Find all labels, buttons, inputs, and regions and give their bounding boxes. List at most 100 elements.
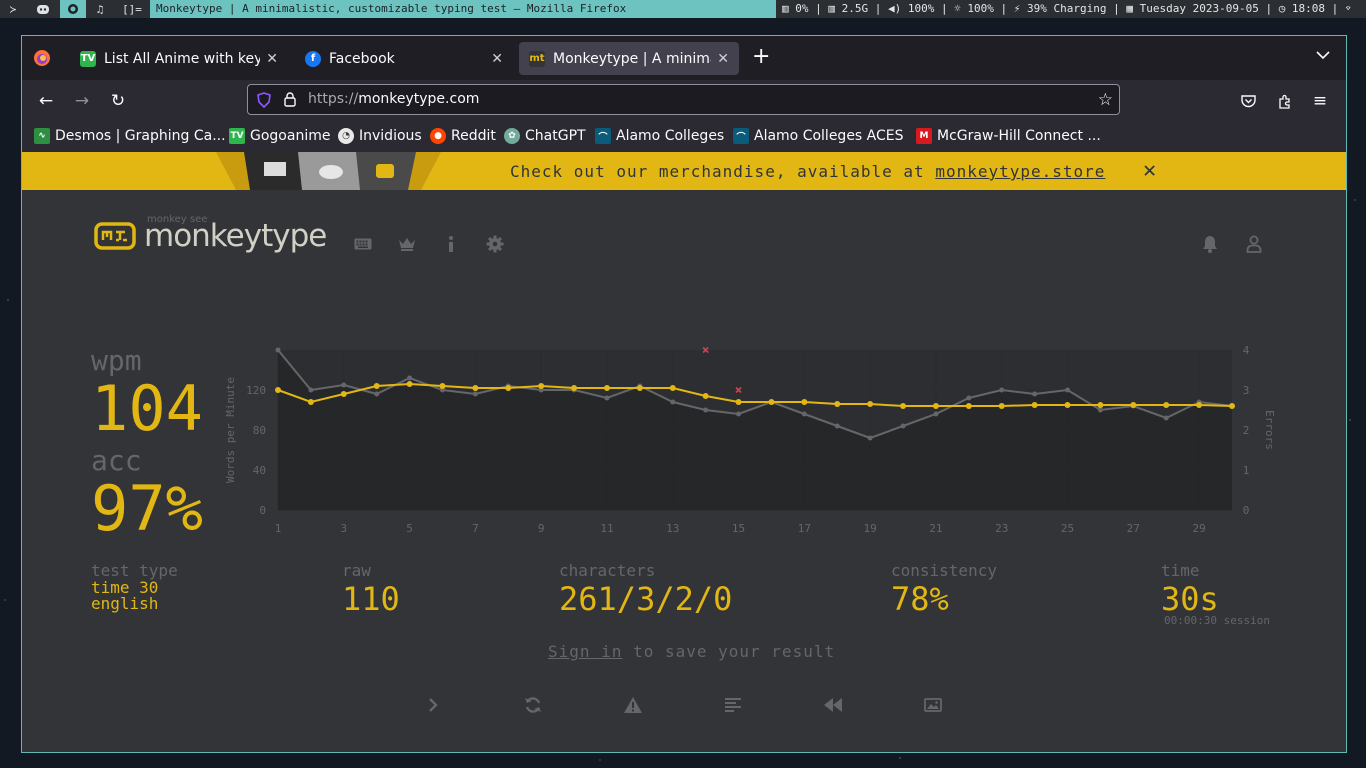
bookmark-alamo-colleges[interactable]: ⌒ Alamo Colleges [595,127,724,145]
wpm-point [735,399,742,405]
tab-label: Monkeytype | A minimal [553,50,712,67]
consistency-stat: consistency 78% [891,561,997,618]
raw-point [1065,387,1071,393]
banner-text: Check out our merchandise, available at … [510,162,1106,181]
practice-words-warning-icon[interactable] [621,693,645,717]
url-bar[interactable]: https://monkeytype.com ☆ [247,84,1120,115]
discord-icon[interactable] [32,0,54,18]
layout-icon[interactable]: []= [120,0,144,18]
window-title: Monkeytype | A minimalistic, customizabl… [150,0,776,18]
close-tab-icon[interactable]: ✕ [717,51,729,67]
account-user-icon[interactable] [1242,232,1266,256]
y-tick-label: 40 [253,464,266,477]
back-arrow-icon[interactable]: ← [34,89,58,113]
hamburger-menu-icon[interactable]: ≡ [1308,89,1332,113]
raw-label: raw [342,561,371,580]
bookmark-reddit[interactable]: ● Reddit [430,127,496,145]
bookmarks-toolbar: ∿ Desmos | Graphing Ca... TV Gogoanime ◔ In… [22,120,1346,152]
y2-tick-label: 0 [1243,504,1250,517]
bookmark-chatgpt[interactable]: ✿ ChatGPT [504,127,586,145]
url-text[interactable]: https://monkeytype.com [308,91,479,107]
wpm-chart[interactable]: 04080120012341 3 5 7 9 11 13 15 17 19 21 23 25 27 29Wo… [222,342,1282,542]
watch-replay-rewind-icon[interactable] [821,693,845,717]
words-history-icon[interactable] [721,693,745,717]
bookmark-gogoanime[interactable]: TV Gogoanime [229,127,330,145]
wpm-point [472,385,479,391]
close-banner-icon[interactable]: ✕ [1143,158,1156,183]
characters-value: 261/3/2/0 [559,580,733,618]
settings-gear-icon[interactable] [483,232,507,256]
crown-icon[interactable] [395,232,419,256]
status-indicators: ▥ 0% | ▥ 2.5G | ◀) 100% | ☼ 100% | ⚡ 39%… [782,2,1352,15]
tab-monkeytype[interactable]: mt Monkeytype | A minimal ✕ [519,42,739,75]
invidious-icon: ◔ [338,128,354,144]
firefox-workspace-icon[interactable] [60,0,86,18]
firefox-window: TV List All Anime with keyw ✕ f Facebook… [21,35,1347,753]
pocket-icon[interactable] [1236,89,1260,113]
y2-tick-label: 3 [1243,384,1250,397]
y-tick-label: 0 [259,504,266,517]
keyboard-icon[interactable] [351,232,375,256]
firefox-menu-icon[interactable] [33,49,51,67]
bookmark-desmos[interactable]: ∿ Desmos | Graphing Ca... [34,127,226,145]
tab-anime[interactable]: TV List All Anime with keyw ✕ [70,42,288,75]
test-type-stat: test type time 30 english [91,561,178,612]
reload-icon[interactable]: ↻ [106,89,130,113]
y2-tick-label: 1 [1243,464,1250,477]
consistency-value: 78% [891,580,949,618]
x-tick-label: 23 [995,522,1008,535]
wpm-point [603,385,610,391]
mcgraw-hill-icon: M [916,128,932,144]
tshirts-image [216,152,441,190]
shield-icon[interactable] [257,92,271,112]
info-icon[interactable] [439,232,463,256]
gogoanime-icon: TV [229,128,245,144]
y2-axis-title: Errors [1263,410,1276,450]
raw-point [834,423,840,429]
y2-tick-label: 4 [1243,344,1250,357]
x-tick-label: 1 [275,522,282,535]
alamo-aces-icon: ⌒ [733,128,749,144]
wpm-point [1031,402,1038,408]
signin-link[interactable]: Sign in [548,642,622,661]
tab-facebook[interactable]: f Facebook ✕ [295,42,513,75]
consistency-label: consistency [891,561,997,580]
next-test-chevron-icon[interactable] [421,693,445,717]
acc-value: 97% [91,472,203,545]
bookmark-mcgraw-hill[interactable]: M McGraw-Hill Connect ... [916,127,1101,145]
time-label: time [1161,561,1200,580]
raw-point [1097,407,1103,413]
new-tab-button[interactable]: + [752,46,770,68]
raw-point [801,411,807,417]
bookmark-invidious[interactable]: ◔ Invidious [338,127,422,145]
raw-point [1032,391,1038,397]
bookmark-star-icon[interactable]: ☆ [1098,90,1113,110]
lock-icon[interactable] [284,92,296,111]
music-icon[interactable]: ♫ [90,0,110,18]
x-tick-label: 21 [929,522,942,535]
alamo-icon: ⌒ [595,128,611,144]
notifications-bell-icon[interactable] [1198,232,1222,256]
forward-arrow-icon[interactable]: → [70,89,94,113]
facebook-favicon-icon: f [305,50,321,67]
extensions-icon[interactable] [1272,89,1296,113]
terminal-icon[interactable]: ≻ [4,0,22,18]
bookmark-alamo-aces[interactable]: ⌒ Alamo Colleges ACES [733,127,904,145]
close-tab-icon[interactable]: ✕ [491,51,503,67]
merch-store-link[interactable]: monkeytype.store [935,162,1105,181]
nav-bar: ← → ↻ https://monkeytype.com ☆ ≡ [22,80,1346,120]
wpm-point [998,403,1005,409]
x-tick-label: 25 [1061,522,1074,535]
wpm-point [1229,403,1235,409]
list-tabs-chevron-icon[interactable] [1316,48,1330,64]
close-tab-icon[interactable]: ✕ [266,51,278,67]
tab-label: Facebook [329,50,395,67]
restart-test-icon[interactable] [521,693,545,717]
wpm-point [505,385,512,391]
x-tick-label: 27 [1127,522,1140,535]
save-screenshot-image-icon[interactable] [921,693,945,717]
y-tick-label: 120 [246,384,266,397]
logo-text: monkeytype [144,218,327,254]
tab-label: List All Anime with keyw [104,50,261,67]
raw-point [275,347,281,353]
